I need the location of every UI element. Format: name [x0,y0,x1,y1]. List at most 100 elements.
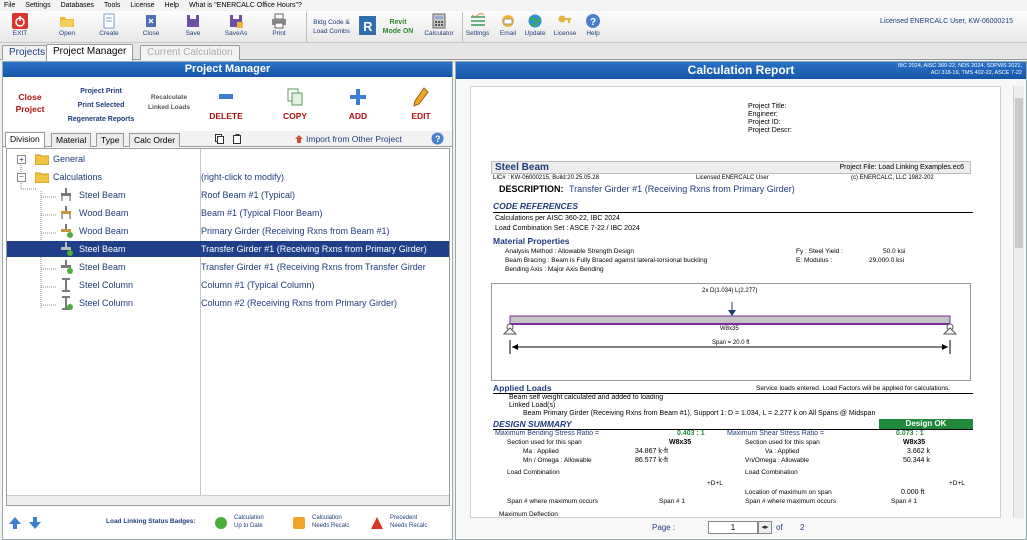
span-max-shear-value: Span # 1 [891,498,918,505]
scrollbar-thumb[interactable] [1015,98,1023,248]
tree-row-steel-column-2[interactable]: Steel Column Column #2 (Receiving Rxns f… [7,295,449,311]
section-used-bending: Section used for this span [507,439,582,446]
folder-icon [35,172,49,183]
recalculate-linked-loads-button[interactable]: Recalculate Linked Loads [145,93,193,113]
tree-row-general[interactable]: + General [7,151,449,167]
copy-button[interactable]: COPY [275,87,315,121]
steel-beam-icon [61,188,71,201]
svg-text:R: R [363,20,372,34]
tree-horizontal-scrollbar[interactable] [7,495,449,505]
page-navigator: Page : 1 ◂▸ of 2 [456,519,1026,537]
report-scrollbar[interactable] [1013,86,1024,518]
license-button[interactable]: License [552,12,578,42]
save-icon [187,15,199,27]
tab-current-calculation[interactable]: Current Calculation [140,45,240,60]
exit-button[interactable]: EXIT [6,12,34,42]
collapse-icon[interactable]: − [17,173,26,182]
update-button[interactable]: Update [522,12,548,42]
move-down-icon[interactable] [28,516,42,530]
close-button[interactable]: Close [138,12,164,42]
help-small-icon[interactable]: ? [431,132,444,145]
load-label: 2x D(1.034) L(2.277) [702,288,758,294]
print-selected-button[interactable]: Print Selected [61,99,141,113]
span-label: Span = 20.0 ft [712,340,750,346]
open-button[interactable]: Open [54,12,80,42]
close-project-button[interactable]: Close Project [11,91,49,115]
tree-row-wood-beam-girder[interactable]: Wood Beam Primary Girder (Receiving Rxns… [7,223,449,239]
tab-calc-order[interactable]: Calc Order [129,133,181,147]
bldg-code-button[interactable]: Bldg Code & Load Combs [306,12,356,42]
create-button[interactable]: Create [95,12,123,42]
calculation-report-title: Calculation Report [687,63,795,77]
page-total: 2 [800,523,805,532]
calculator-button[interactable]: Calculator [422,12,456,42]
move-up-icon[interactable] [8,516,22,530]
email-icon [502,15,514,27]
key-icon [558,15,571,23]
page-of: of [776,523,783,532]
new-document-icon [103,13,115,29]
tab-type[interactable]: Type [96,133,125,147]
calculator-icon [432,13,446,29]
revit-logo: R [358,12,376,42]
settings-button[interactable]: Settings [462,12,492,42]
ma-label: Ma : Applied [523,448,559,455]
tree-row-steel-beam-roof[interactable]: Steel Beam Roof Beam #1 (Typical) [7,187,449,203]
va-value: 3.662 k [907,448,930,455]
section-used-shear: Section used for this span [745,439,820,446]
tab-project-manager[interactable]: Project Manager [46,44,134,61]
steel-column-icon [62,278,70,292]
wood-beam-icon [61,224,73,238]
tree-row-wood-beam[interactable]: Wood Beam Beam #1 (Typical Floor Beam) [7,205,449,221]
menu-office-hours[interactable]: What is "ENERCALC Office Hours"? [189,2,302,9]
location-max-value: 0.000 ft [901,489,925,496]
project-print-button[interactable]: Project Print [61,85,141,99]
mn-value: 86.577 k-ft [635,457,669,464]
combo-shear: +D+L [949,480,965,487]
print-button[interactable]: Print [266,12,292,42]
mn-label: Mn / Omega : Allowable [523,457,592,464]
copy-small-icon[interactable] [215,134,224,144]
steel-column-icon [62,296,73,310]
section-value-shear: W8x35 [903,439,926,446]
tab-material[interactable]: Material [51,133,92,147]
add-button[interactable]: ADD [338,87,378,121]
menu-help[interactable]: Help [165,2,179,9]
help-button[interactable]: ? Help [582,12,604,42]
plus-icon [350,89,366,105]
self-weight: Beam self weight calculated and added to… [509,394,664,401]
fy-label: Fy : Steel Yield : [796,248,843,255]
regenerate-reports-button[interactable]: Regenerate Reports [61,113,141,127]
menu-bar: File Settings Databases Tools License He… [0,0,1027,11]
email-button[interactable]: Email [496,12,520,42]
menu-file[interactable]: File [4,2,15,9]
menu-settings[interactable]: Settings [25,2,50,9]
paste-small-icon[interactable] [233,134,242,144]
max-bending-label: Maximum Bending Stress Ratio = [495,430,600,437]
combo-bending: +D+L [707,480,723,487]
project-manager-toolbar: Close Project Project Print Print Select… [3,77,452,131]
badge-needs-recalc-label: Calculation Needs Recalc [312,515,350,529]
edit-button[interactable]: EDIT [401,87,441,121]
menu-databases[interactable]: Databases [61,2,94,9]
tab-projects[interactable]: Projects [2,45,53,60]
menu-license[interactable]: License [130,2,154,9]
page-stepper[interactable]: ◂▸ [758,521,772,534]
menu-tools[interactable]: Tools [104,2,120,9]
save-button[interactable]: Save [180,12,206,42]
tree-row-steel-beam-transfer-2[interactable]: Steel Beam Transfer Girder #1 (Receiving… [7,259,449,275]
tree-row-steel-beam-transfer-selected[interactable]: Steel Beam Transfer Girder #1 (Receiving… [7,241,449,257]
design-summary-heading: DESIGN SUMMARY [493,419,572,429]
section-value-bending: W8x35 [669,439,692,446]
import-from-other-project-button[interactable]: Import from Other Project [306,134,402,144]
tab-division[interactable]: Division [5,132,45,148]
revit-mode-toggle[interactable]: Revit Mode ON [378,12,418,42]
tree-row-calculations[interactable]: − Calculations (right-click to modify) [7,169,449,185]
span-max-bending-label: Span # where maximum occurs [507,498,599,505]
folder-open-icon [60,17,74,27]
tree-row-steel-column-1[interactable]: Steel Column Column #1 (Typical Column) [7,277,449,293]
expand-icon[interactable]: + [17,155,26,164]
save-as-button[interactable]: SaveAs [222,12,250,42]
delete-button[interactable]: DELETE [206,87,246,121]
page-number-input[interactable]: 1 [708,521,758,534]
